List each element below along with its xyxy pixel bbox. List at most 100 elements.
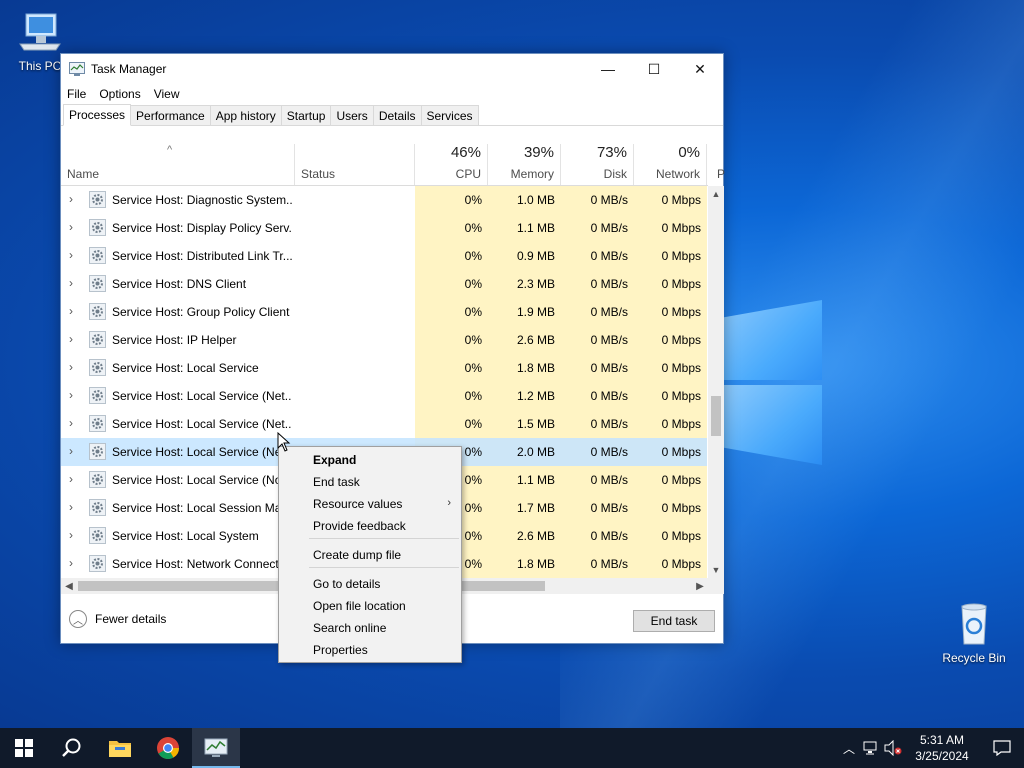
start-button[interactable] <box>0 728 48 768</box>
taskbar-file-explorer[interactable] <box>96 728 144 768</box>
context-menu-item-provide-feedback[interactable]: Provide feedback <box>279 515 461 537</box>
desktop-icon-recycle-bin[interactable]: Recycle Bin <box>936 602 1012 665</box>
table-row[interactable]: › Service Host: Local Service 0% 1.8 MB 0 MB… <box>61 354 708 382</box>
tab-app-history[interactable]: App history <box>209 105 282 125</box>
context-menu-item-go-to-details[interactable]: Go to details <box>279 573 461 595</box>
table-row[interactable]: › Service Host: Local Service (Net... 0% 1.… <box>61 382 708 410</box>
process-memory: 1.9 MB <box>516 305 555 319</box>
fewer-details-label: Fewer details <box>95 612 167 626</box>
scroll-right-icon[interactable]: ▶ <box>692 578 708 594</box>
maximize-button[interactable]: ☐ <box>631 54 677 84</box>
chevron-right-icon[interactable]: › <box>69 192 73 206</box>
column-header-status[interactable]: Status <box>295 144 415 185</box>
column-header: ^ Name Status 46% CPU 39% Memory 73% Dis… <box>61 144 725 186</box>
chevron-right-icon[interactable]: › <box>69 528 73 542</box>
recycle-bin-icon <box>961 603 987 645</box>
table-row[interactable]: › Service Host: IP Helper 0% 2.6 MB 0 MB/s 0 … <box>61 326 708 354</box>
chrome-icon <box>157 737 179 759</box>
process-name: Service Host: DNS Client <box>112 277 247 291</box>
menu-file[interactable]: File <box>67 87 86 101</box>
process-disk: 0 MB/s <box>590 361 628 375</box>
chevron-right-icon[interactable]: › <box>69 472 73 486</box>
table-row[interactable]: › Service Host: Local Service (Net... 0% 1.… <box>61 410 708 438</box>
notifications-button[interactable] <box>980 728 1024 768</box>
table-row[interactable]: › Service Host: DNS Client 0% 2.3 MB 0 MB/s 0… <box>61 270 708 298</box>
scroll-up-icon[interactable]: ▲ <box>708 186 724 202</box>
tab-startup[interactable]: Startup <box>280 105 332 125</box>
process-memory: 2.6 MB <box>516 529 555 543</box>
scroll-left-icon[interactable]: ◀ <box>61 578 77 594</box>
network-icon[interactable] <box>860 728 882 768</box>
column-header-cpu[interactable]: 46% CPU <box>415 144 488 185</box>
close-button[interactable]: ✕ <box>677 54 723 84</box>
context-menu-label: Search online <box>313 621 387 635</box>
process-cpu: 0% <box>464 361 482 375</box>
context-menu-label: Provide feedback <box>313 519 406 533</box>
tab-performance[interactable]: Performance <box>130 105 211 125</box>
process-network: 0 Mbps <box>661 389 701 403</box>
process-name: Service Host: Network Connecti... <box>112 557 292 571</box>
context-menu-item-expand[interactable]: Expand <box>279 449 461 471</box>
chevron-right-icon[interactable]: › <box>69 500 73 514</box>
tab-users[interactable]: Users <box>330 105 374 125</box>
chevron-right-icon[interactable]: › <box>69 388 73 402</box>
chevron-right-icon[interactable]: › <box>69 416 73 430</box>
context-menu-item-create-dump-file[interactable]: Create dump file <box>279 544 461 566</box>
process-disk: 0 MB/s <box>590 305 628 319</box>
table-row[interactable]: › Service Host: Display Policy Serv... 0% 1… <box>61 214 708 242</box>
end-task-button[interactable]: End task <box>633 610 715 632</box>
volume-muted-icon[interactable] <box>882 728 904 768</box>
tray-chevron-up-icon[interactable]: ︿ <box>838 728 860 768</box>
minimize-button[interactable]: — <box>585 54 631 84</box>
chevron-right-icon[interactable]: › <box>69 332 73 346</box>
gear-icon <box>89 303 106 320</box>
context-menu-item-properties[interactable]: Properties <box>279 639 461 661</box>
table-row[interactable]: › Service Host: Group Policy Client 0% 1.9 … <box>61 298 708 326</box>
column-header-power[interactable]: P <box>707 144 725 185</box>
chevron-right-icon[interactable]: › <box>69 556 73 570</box>
menu-view[interactable]: View <box>154 87 180 101</box>
chevron-right-icon[interactable]: › <box>69 248 73 262</box>
chevron-right-icon[interactable]: › <box>69 304 73 318</box>
search-button[interactable] <box>48 728 96 768</box>
tab-processes[interactable]: Processes <box>63 104 132 126</box>
clock[interactable]: 5:31 AM 3/25/2024 <box>904 732 980 764</box>
context-menu-item-resource-values[interactable]: Resource values › <box>279 493 461 515</box>
context-menu-item-search-online[interactable]: Search online <box>279 617 461 639</box>
process-name: Service Host: Local Service (Net... <box>112 445 292 459</box>
taskbar-task-manager[interactable] <box>192 728 240 768</box>
tab-services[interactable]: Services <box>420 105 479 125</box>
menu-separator <box>309 567 459 568</box>
process-memory: 1.7 MB <box>516 501 555 515</box>
vertical-scrollbar[interactable]: ▲ ▼ <box>708 186 724 578</box>
column-header-memory[interactable]: 39% Memory <box>488 144 561 185</box>
menu-options[interactable]: Options <box>99 87 140 101</box>
tab-details[interactable]: Details <box>372 105 422 125</box>
process-network: 0 Mbps <box>661 529 701 543</box>
column-header-name[interactable]: ^ Name <box>61 144 295 185</box>
context-menu-item-end-task[interactable]: End task <box>279 471 461 493</box>
taskbar-chrome[interactable] <box>144 728 192 768</box>
fewer-details-button[interactable]: ︿ Fewer details <box>69 610 166 628</box>
process-disk: 0 MB/s <box>590 249 628 263</box>
table-row[interactable]: › Service Host: Diagnostic System... 0% 1.0… <box>61 186 708 214</box>
process-network: 0 Mbps <box>661 277 701 291</box>
process-memory: 0.9 MB <box>516 249 555 263</box>
chevron-right-icon[interactable]: › <box>69 276 73 290</box>
column-header-disk[interactable]: 73% Disk <box>561 144 634 185</box>
table-row[interactable]: › Service Host: Distributed Link Tr... 0% 0… <box>61 242 708 270</box>
windows-start-icon <box>15 739 33 757</box>
gear-icon <box>89 527 106 544</box>
scroll-down-icon[interactable]: ▼ <box>708 562 724 578</box>
chevron-right-icon[interactable]: › <box>69 360 73 374</box>
context-menu-label: Open file location <box>313 599 406 613</box>
chevron-right-icon[interactable]: › <box>69 444 73 458</box>
context-menu-item-open-file-location[interactable]: Open file location <box>279 595 461 617</box>
chevron-right-icon[interactable]: › <box>69 220 73 234</box>
title-bar[interactable]: Task Manager — ☐ ✕ <box>61 54 723 84</box>
minimize-icon: — <box>601 61 615 77</box>
process-disk: 0 MB/s <box>590 501 628 515</box>
vertical-scroll-thumb[interactable] <box>711 396 721 436</box>
scrollbar-corner <box>708 578 724 594</box>
column-header-network[interactable]: 0% Network <box>634 144 707 185</box>
